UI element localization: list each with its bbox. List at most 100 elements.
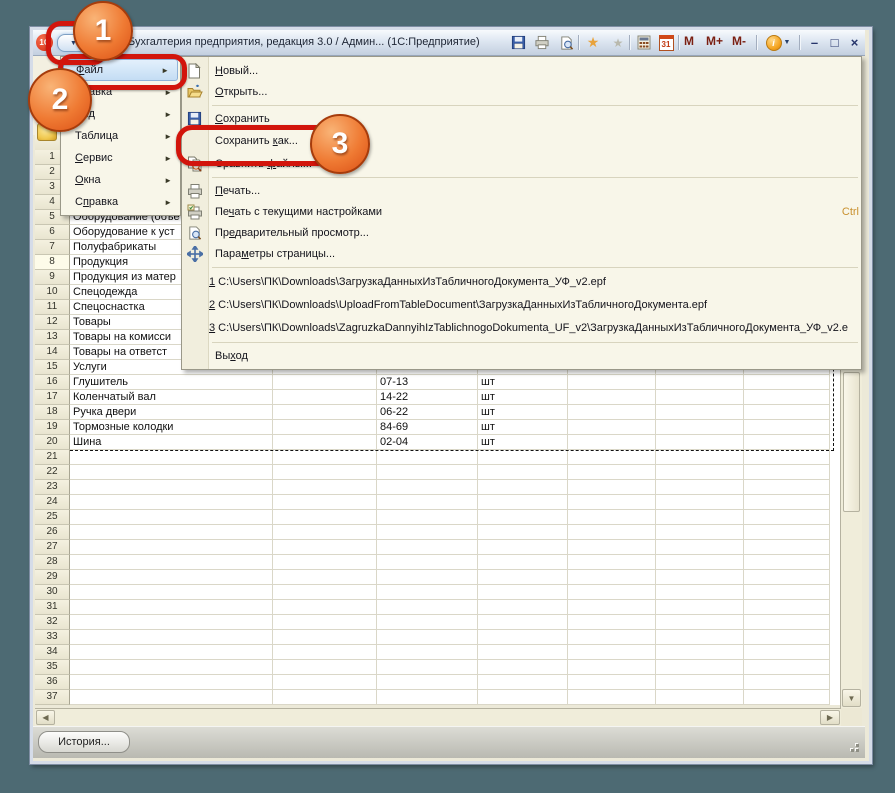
sheet-cell[interactable]	[273, 630, 377, 645]
calculator-button[interactable]	[634, 33, 654, 52]
sheet-cell[interactable]	[478, 555, 568, 570]
sheet-cell[interactable]	[478, 465, 568, 480]
file-menu-item-1[interactable]: Новый...	[182, 60, 861, 81]
file-menu-item-11[interactable]: Параметры страницы...	[182, 243, 861, 264]
sheet-cell[interactable]	[70, 525, 273, 540]
sheet-cell[interactable]	[568, 615, 656, 630]
sheet-cell[interactable]	[568, 510, 656, 525]
sheet-cell[interactable]: 14-22	[377, 390, 478, 405]
sheet-cell[interactable]	[70, 645, 273, 660]
file-menu-item-10[interactable]: Предварительный просмотр...	[182, 222, 861, 243]
sheet-cell[interactable]	[377, 570, 478, 585]
sheet-cell[interactable]	[744, 615, 830, 630]
sheet-cell[interactable]	[273, 435, 377, 450]
favorite-disabled-button[interactable]: ★	[608, 33, 628, 52]
sheet-cell[interactable]	[377, 540, 478, 555]
sheet-cell[interactable]	[478, 675, 568, 690]
sheet-cell[interactable]	[568, 525, 656, 540]
sheet-cell[interactable]	[273, 405, 377, 420]
sheet-cell[interactable]	[70, 495, 273, 510]
sheet-cell[interactable]	[377, 660, 478, 675]
sheet-cell[interactable]	[744, 510, 830, 525]
row-header[interactable]: 31	[35, 600, 70, 615]
recent-file-item[interactable]: 2 C:\Users\ПК\Downloads\UploadFromTableD…	[182, 293, 861, 316]
sheet-cell[interactable]: шт	[478, 435, 568, 450]
sheet-cell[interactable]	[656, 435, 744, 450]
sheet-cell[interactable]: шт	[478, 405, 568, 420]
sheet-cell[interactable]	[273, 585, 377, 600]
row-header[interactable]: 37	[35, 690, 70, 705]
recent-file-item[interactable]: 3 C:\Users\ПК\Downloads\ZagruzkaDannyihI…	[182, 316, 861, 339]
scroll-right-button[interactable]: ▶	[820, 710, 840, 725]
vertical-scrollbar-thumb[interactable]	[843, 372, 860, 512]
sheet-cell[interactable]	[70, 630, 273, 645]
row-header[interactable]: 29	[35, 570, 70, 585]
row-header[interactable]: 8	[35, 255, 70, 270]
sheet-cell[interactable]	[273, 450, 377, 465]
sheet-cell[interactable]	[568, 465, 656, 480]
sheet-cell[interactable]	[656, 600, 744, 615]
sheet-cell[interactable]	[70, 555, 273, 570]
resize-grip[interactable]	[847, 740, 859, 752]
sheet-cell[interactable]	[744, 690, 830, 705]
sheet-cell[interactable]	[656, 495, 744, 510]
sheet-cell[interactable]	[568, 540, 656, 555]
sheet-cell[interactable]: Шина	[70, 435, 273, 450]
sheet-cell[interactable]: шт	[478, 420, 568, 435]
sheet-cell[interactable]	[478, 495, 568, 510]
sheet-cell[interactable]	[568, 450, 656, 465]
memory-minus-button[interactable]: M-	[732, 34, 746, 48]
sheet-cell[interactable]	[744, 675, 830, 690]
memory-plus-button[interactable]: M+	[706, 34, 723, 48]
sheet-cell[interactable]	[377, 510, 478, 525]
sheet-cell[interactable]	[478, 660, 568, 675]
sheet-cell[interactable]	[273, 420, 377, 435]
sheet-cell[interactable]	[377, 645, 478, 660]
sheet-cell[interactable]	[656, 525, 744, 540]
sheet-cell[interactable]	[744, 495, 830, 510]
sheet-cell[interactable]	[273, 525, 377, 540]
sheet-cell[interactable]	[744, 390, 830, 405]
sheet-cell[interactable]	[377, 450, 478, 465]
sheet-cell[interactable]	[656, 465, 744, 480]
row-header[interactable]: 24	[35, 495, 70, 510]
sheet-cell[interactable]	[478, 540, 568, 555]
sheet-cell[interactable]	[273, 465, 377, 480]
sheet-cell[interactable]	[568, 390, 656, 405]
sheet-cell[interactable]	[478, 450, 568, 465]
sheet-cell[interactable]	[656, 450, 744, 465]
sheet-cell[interactable]	[656, 375, 744, 390]
sheet-cell[interactable]: шт	[478, 375, 568, 390]
sheet-cell[interactable]	[377, 690, 478, 705]
print-button[interactable]	[532, 33, 552, 52]
sheet-cell[interactable]	[377, 555, 478, 570]
row-header[interactable]: 33	[35, 630, 70, 645]
sheet-cell[interactable]	[273, 645, 377, 660]
sheet-cell[interactable]	[744, 660, 830, 675]
service-info-button[interactable]: i ▼	[762, 33, 794, 52]
sheet-cell[interactable]	[568, 675, 656, 690]
sheet-cell[interactable]	[656, 405, 744, 420]
sheet-cell[interactable]	[656, 690, 744, 705]
sheet-cell[interactable]	[70, 540, 273, 555]
recent-file-item[interactable]: 1 C:\Users\ПК\Downloads\ЗагрузкаДанныхИз…	[182, 270, 861, 293]
maximize-button[interactable]: □	[826, 33, 843, 51]
sheet-cell[interactable]	[568, 495, 656, 510]
sheet-cell[interactable]	[744, 480, 830, 495]
row-header[interactable]: 34	[35, 645, 70, 660]
add-favorite-button[interactable]: ★	[583, 33, 603, 52]
sheet-cell[interactable]	[568, 405, 656, 420]
sheet-cell[interactable]	[656, 510, 744, 525]
row-header[interactable]: 35	[35, 660, 70, 675]
main-menu-item-4[interactable]: Таблица►	[61, 125, 180, 147]
sheet-cell[interactable]: Глушитель	[70, 375, 273, 390]
file-menu-item-2[interactable]: Открыть...	[182, 81, 861, 102]
sheet-cell[interactable]: Тормозные колодки	[70, 420, 273, 435]
row-header[interactable]: 7	[35, 240, 70, 255]
sheet-cell[interactable]	[568, 660, 656, 675]
sheet-cell[interactable]	[744, 630, 830, 645]
row-header[interactable]: 27	[35, 540, 70, 555]
sheet-cell[interactable]: Коленчатый вал	[70, 390, 273, 405]
sheet-cell[interactable]	[744, 645, 830, 660]
sheet-cell[interactable]	[70, 675, 273, 690]
